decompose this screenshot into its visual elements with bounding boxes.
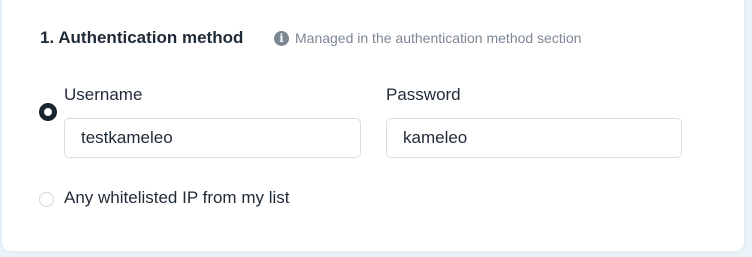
section-title: 1. Authentication method [40,28,244,47]
password-label: Password [386,85,461,104]
password-input[interactable] [386,118,682,158]
info-icon: i [274,30,289,46]
username-label: Username [64,85,143,104]
credentials-radio[interactable] [39,103,57,121]
whitelisted-ip-label[interactable]: Any whitelisted IP from my list [64,188,289,208]
whitelisted-ip-radio[interactable] [39,192,54,207]
username-input[interactable] [64,118,361,158]
section-hint: i Managed in the authentication method s… [274,30,581,46]
hint-text: Managed in the authentication method sec… [295,30,582,46]
